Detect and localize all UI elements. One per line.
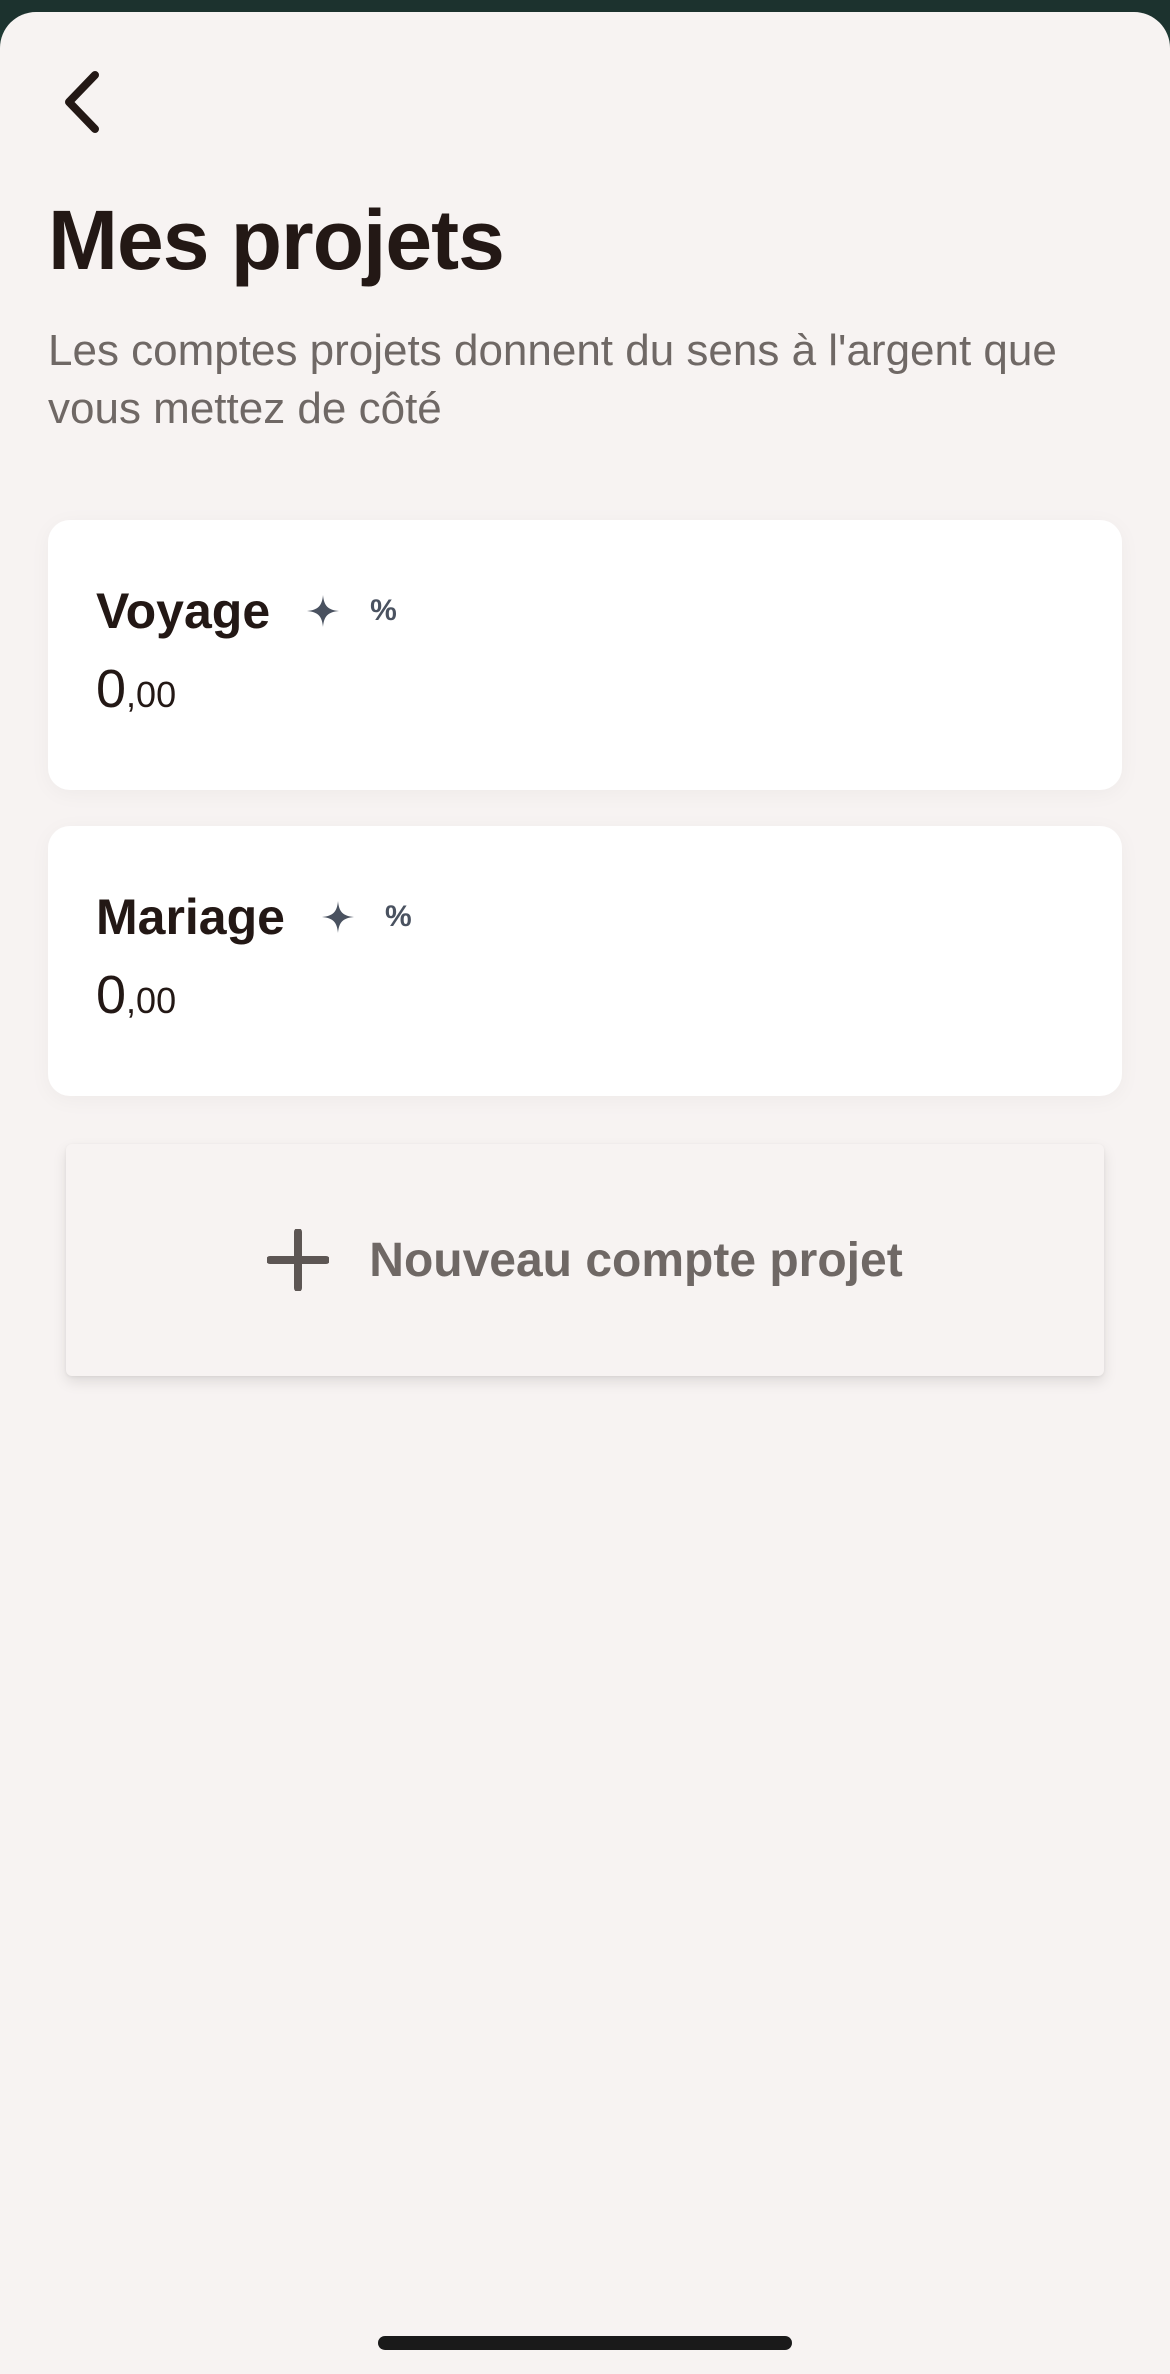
project-card-voyage[interactable]: Voyage % 0,00 <box>48 520 1122 790</box>
amount-integer: 0 <box>96 965 127 1025</box>
home-indicator[interactable] <box>378 2336 792 2350</box>
project-title-row: Voyage % <box>96 582 397 640</box>
back-button[interactable] <box>44 62 124 142</box>
project-name: Mariage <box>96 889 285 945</box>
plus-icon <box>267 1229 330 1291</box>
project-amount: 0,00 <box>96 964 176 1026</box>
project-amount: 0,00 <box>96 658 176 720</box>
project-card-mariage[interactable]: Mariage % 0,00 <box>48 826 1122 1096</box>
sparkle-icon <box>321 901 354 933</box>
sparkle-icon <box>307 595 340 627</box>
projects-sheet: Mes projets Les comptes projets donnent … <box>0 12 1170 2374</box>
project-name: Voyage <box>96 583 271 639</box>
page-subtitle: Les comptes projets donnent du sens à l'… <box>48 326 1057 433</box>
amount-decimal: ,00 <box>126 980 177 1021</box>
percent-icon: % <box>370 594 397 627</box>
amount-decimal: ,00 <box>126 674 177 715</box>
new-project-button[interactable]: Nouveau compte projet <box>66 1144 1104 1376</box>
page-title: Mes projets <box>48 193 505 287</box>
amount-integer: 0 <box>96 659 127 719</box>
chevron-left-icon <box>65 71 99 133</box>
new-project-label: Nouveau compte projet <box>369 1233 903 1287</box>
percent-icon: % <box>384 900 412 933</box>
project-title-row: Mariage % <box>96 888 412 946</box>
